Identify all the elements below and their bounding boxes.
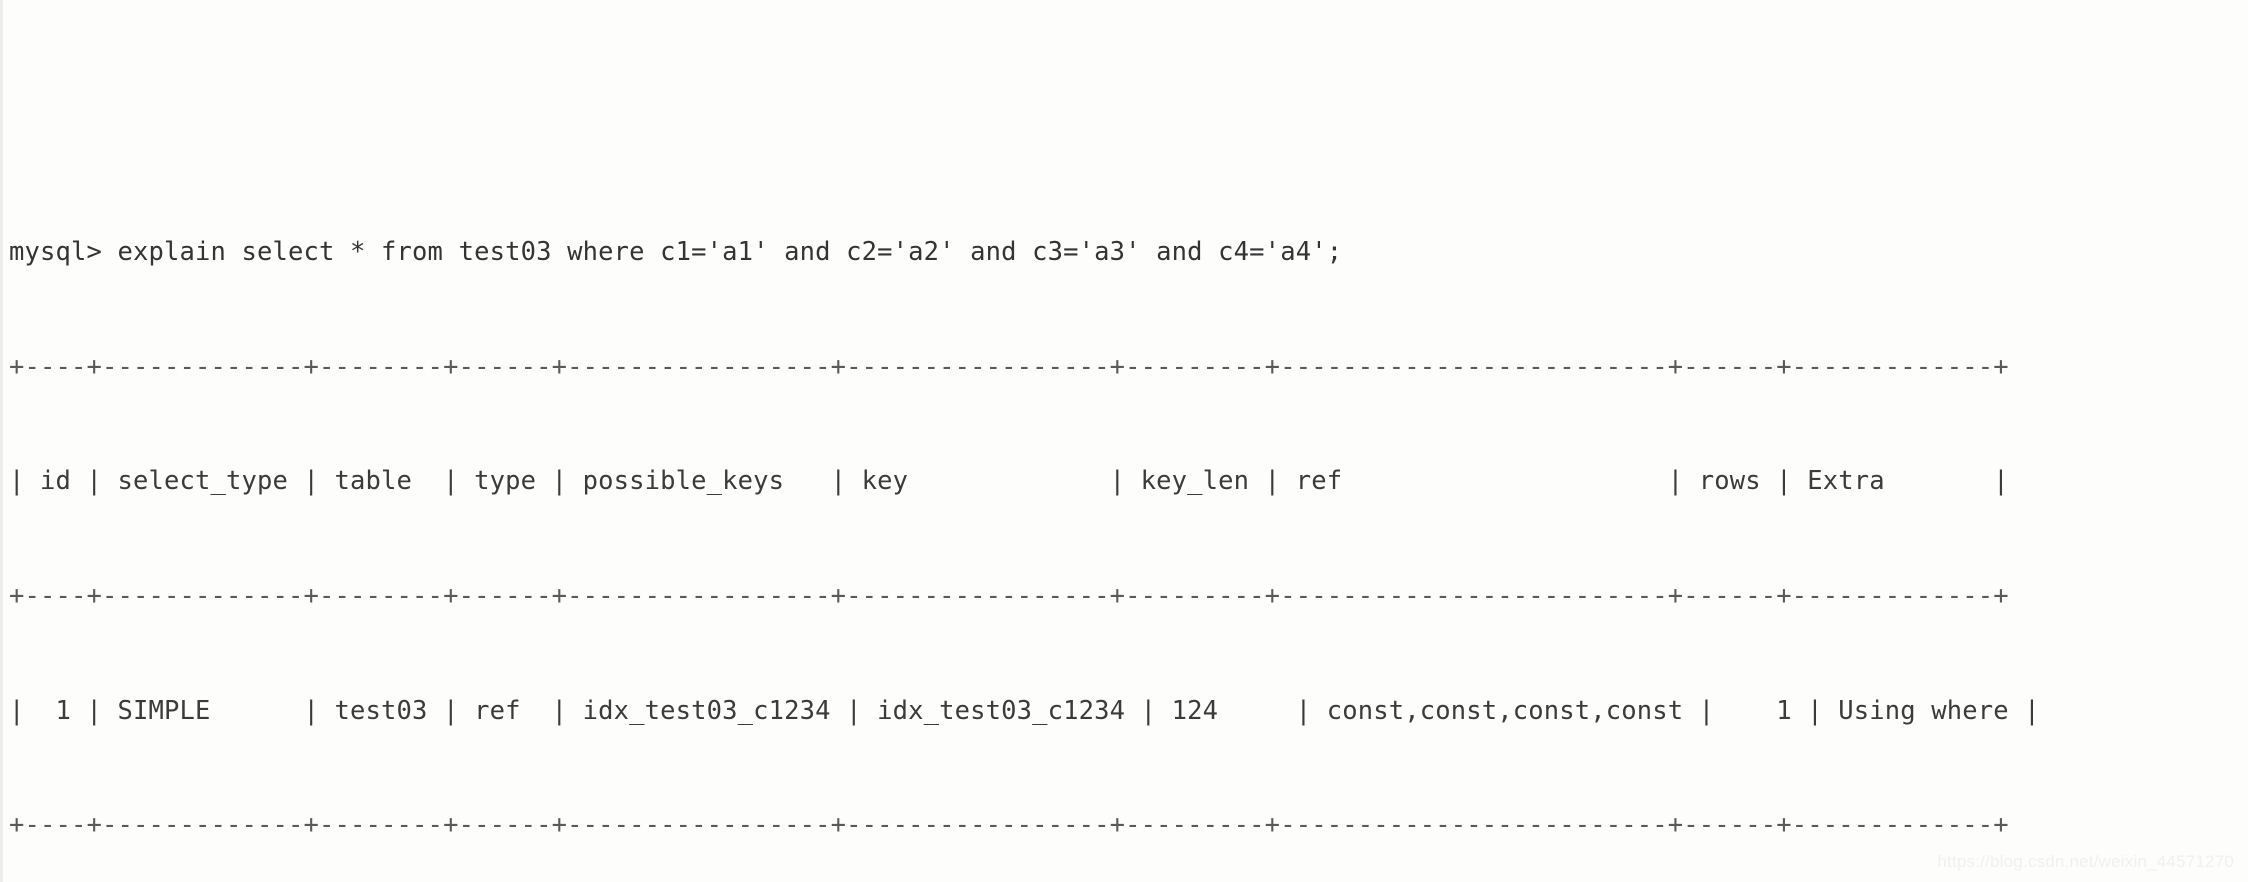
table-bottom-border-1: +----+-------------+--------+------+----… — [9, 810, 2009, 841]
csdn-watermark: https://blog.csdn.net/weixin_44571270 — [1937, 852, 2234, 871]
table-top-border-1: +----+-------------+--------+------+----… — [9, 351, 2009, 382]
table-data-row-1: | 1 | SIMPLE | test03 | ref | idx_test03… — [9, 695, 2040, 726]
table-header-border-1: +----+-------------+--------+------+----… — [9, 581, 2009, 611]
query-block-1: mysql> explain select * from test03 wher… — [9, 157, 2040, 882]
terminal-screen: mysql> explain select * from test03 wher… — [0, 0, 2248, 882]
terminal-output[interactable]: mysql> explain select * from test03 wher… — [3, 0, 2040, 882]
prompt-line-1: mysql> explain select * from test03 wher… — [9, 237, 1343, 268]
table-header-row-1: | id | select_type | table | type | poss… — [9, 466, 2009, 497]
